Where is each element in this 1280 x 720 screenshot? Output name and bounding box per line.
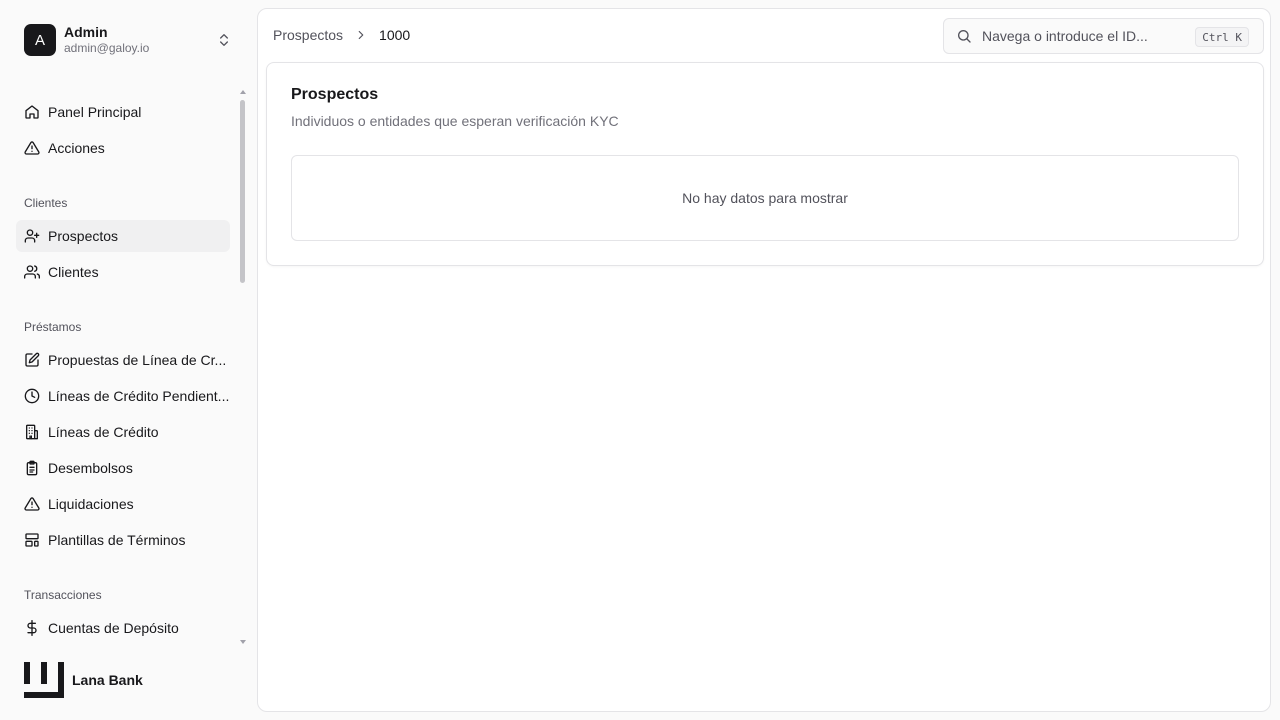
sidebar-item-label: Prospectos — [48, 228, 119, 244]
edit-document-icon — [25, 352, 40, 367]
prospects-card: Prospectos Individuos o entidades que es… — [266, 62, 1264, 266]
user-switcher[interactable]: A Admin admin@galoy.io — [24, 24, 234, 56]
sidebar-item-label: Liquidaciones — [48, 496, 134, 512]
sidebar-item-label: Clientes — [48, 264, 99, 280]
breadcrumb-link-prospectos[interactable]: Prospectos — [273, 27, 343, 43]
sidebar-item-label: Cuentas de Depósito — [48, 620, 179, 636]
sidebar-item-label: Acciones — [48, 140, 105, 156]
nav-group-title: Transacciones — [24, 588, 102, 602]
sidebar-item-cuentas-deposito[interactable]: Cuentas de Depósito — [16, 612, 230, 644]
user-info: Admin admin@galoy.io — [64, 24, 149, 56]
layout-template-icon — [25, 533, 39, 547]
sidebar-item-acciones[interactable]: Acciones — [16, 132, 230, 164]
sidebar-item-label: Desembolsos — [48, 460, 133, 476]
user-plus-icon — [24, 229, 40, 243]
nav-group-title: Préstamos — [24, 320, 82, 334]
chevron-right-icon — [358, 30, 364, 40]
building-icon — [26, 424, 38, 440]
sidebar-item-propuestas[interactable]: Propuestas de Línea de Cr... — [16, 344, 230, 376]
clipboard-icon — [26, 460, 38, 476]
sidebar-item-lineas-pendientes[interactable]: Líneas de Crédito Pendient... — [16, 380, 230, 412]
home-icon — [25, 105, 39, 119]
search-icon — [958, 30, 971, 43]
sidebar-item-lineas-credito[interactable]: Líneas de Crédito — [16, 416, 230, 448]
sidebar-item-label: Plantillas de Términos — [48, 532, 186, 548]
breadcrumb: Prospectos 1000 — [273, 27, 410, 43]
sidebar: A Admin admin@galoy.io Panel Principal A… — [0, 0, 256, 720]
scroll-down-arrow[interactable] — [240, 640, 246, 644]
alert-triangle-icon — [24, 141, 40, 155]
sidebar-item-label: Panel Principal — [48, 104, 142, 120]
sidebar-item-label: Líneas de Crédito Pendient... — [48, 388, 230, 404]
empty-state: No hay datos para mostrar — [291, 155, 1239, 241]
lana-bank-logo-icon — [24, 662, 64, 698]
search-input[interactable] — [982, 28, 1182, 44]
sidebar-item-panel-principal[interactable]: Panel Principal — [16, 96, 230, 128]
card-description: Individuos o entidades que esperan verif… — [291, 113, 619, 129]
user-name: Admin — [64, 24, 108, 40]
sidebar-item-liquidaciones[interactable]: Liquidaciones — [16, 488, 230, 520]
keyboard-shortcut-badge: Ctrl K — [1195, 27, 1249, 47]
alert-triangle-icon — [24, 497, 40, 511]
breadcrumb-current: 1000 — [379, 27, 411, 43]
users-icon — [24, 265, 40, 279]
main-panel: Prospectos 1000 Ctrl K Prospectos Indivi… — [257, 8, 1271, 712]
brand: Lana Bank — [24, 662, 143, 698]
chevrons-up-down-icon — [220, 34, 228, 46]
sidebar-item-clientes[interactable]: Clientes — [16, 256, 230, 288]
clock-icon — [24, 388, 40, 404]
search-box[interactable]: Ctrl K — [943, 18, 1264, 54]
brand-name: Lana Bank — [72, 672, 143, 688]
sidebar-item-prospectos[interactable]: Prospectos — [16, 220, 230, 252]
empty-state-text: No hay datos para mostrar — [682, 190, 848, 206]
dollar-icon — [27, 620, 37, 636]
sidebar-item-plantillas[interactable]: Plantillas de Términos — [16, 524, 230, 556]
avatar: A — [24, 24, 56, 56]
app: A Admin admin@galoy.io Panel Principal A… — [0, 0, 1280, 720]
sidebar-item-label: Propuestas de Línea de Cr... — [48, 352, 227, 368]
scrollbar-thumb[interactable] — [240, 100, 245, 283]
sidebar-item-desembolsos[interactable]: Desembolsos — [16, 452, 230, 484]
user-email: admin@galoy.io — [64, 41, 150, 55]
sidebar-item-label: Líneas de Crédito — [48, 424, 159, 440]
scroll-up-arrow[interactable] — [240, 90, 246, 94]
card-title: Prospectos — [291, 86, 379, 103]
nav-group-title: Clientes — [24, 196, 68, 210]
